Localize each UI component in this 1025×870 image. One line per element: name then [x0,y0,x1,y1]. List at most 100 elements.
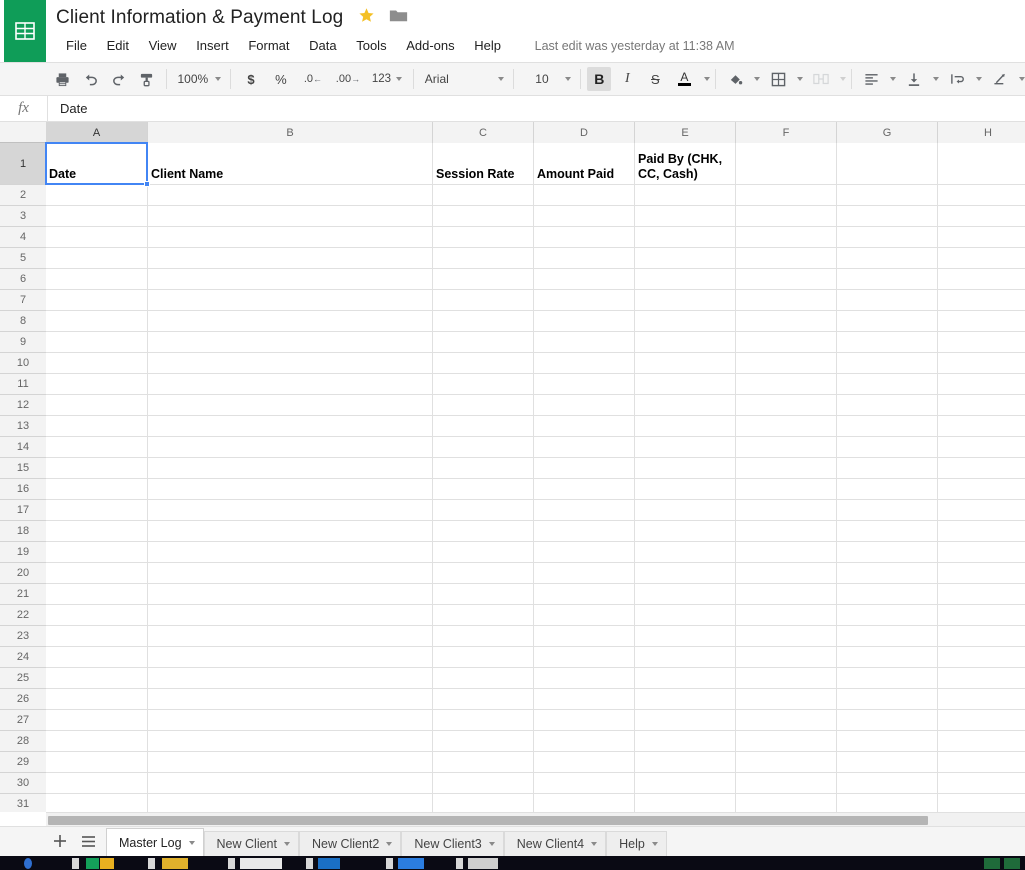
row-header-3[interactable]: 3 [0,206,46,227]
cell-A7[interactable] [46,290,148,311]
cell-E4[interactable] [635,227,736,248]
cell-H3[interactable] [938,206,1025,227]
cell-H30[interactable] [938,773,1025,794]
chevron-down-icon[interactable] [651,842,658,846]
cell-G5[interactable] [837,248,938,269]
cell-E9[interactable] [635,332,736,353]
cell-G22[interactable] [837,605,938,626]
cell-D27[interactable] [534,710,635,731]
cell-A29[interactable] [46,752,148,773]
cell-B4[interactable] [148,227,433,248]
cell-B3[interactable] [148,206,433,227]
align-bottom-icon[interactable] [902,67,926,91]
cell-B28[interactable] [148,731,433,752]
taskbar-item[interactable] [162,858,188,869]
cell-E3[interactable] [635,206,736,227]
row-header-25[interactable]: 25 [0,668,46,689]
cell-C5[interactable] [433,248,534,269]
cell-C20[interactable] [433,563,534,584]
cell-G1[interactable] [837,143,938,185]
cell-A8[interactable] [46,311,148,332]
cell-A30[interactable] [46,773,148,794]
sheets-logo-icon[interactable] [4,0,46,62]
cell-H24[interactable] [938,647,1025,668]
cell-A22[interactable] [46,605,148,626]
cell-F27[interactable] [736,710,837,731]
cell-G31[interactable] [837,794,938,812]
cell-C13[interactable] [433,416,534,437]
cell-A9[interactable] [46,332,148,353]
cell-B23[interactable] [148,626,433,647]
cell-D20[interactable] [534,563,635,584]
currency-format-button[interactable]: $ [238,67,264,91]
cell-C27[interactable] [433,710,534,731]
row-header-5[interactable]: 5 [0,248,46,269]
menu-file[interactable]: File [58,36,95,56]
cell-E13[interactable] [635,416,736,437]
cell-H6[interactable] [938,269,1025,290]
cell-B21[interactable] [148,584,433,605]
chevron-down-icon[interactable] [188,840,195,845]
cell-A2[interactable] [46,185,148,206]
cell-A24[interactable] [46,647,148,668]
cell-G21[interactable] [837,584,938,605]
taskbar-item[interactable] [306,858,313,869]
cell-A5[interactable] [46,248,148,269]
chevron-down-icon[interactable] [754,77,761,81]
cell-B1[interactable]: Client Name [148,143,433,185]
taskbar-item[interactable] [984,858,1000,869]
cell-G15[interactable] [837,458,938,479]
cell-B12[interactable] [148,395,433,416]
column-header-g[interactable]: G [837,122,938,143]
cell-F18[interactable] [736,521,837,542]
cell-F12[interactable] [736,395,837,416]
cell-C21[interactable] [433,584,534,605]
cell-C23[interactable] [433,626,534,647]
cell-B25[interactable] [148,668,433,689]
cell-F25[interactable] [736,668,837,689]
sheet-tab-new-client2[interactable]: New Client2 [298,831,402,856]
cell-G26[interactable] [837,689,938,710]
chevron-down-icon[interactable] [704,77,711,81]
taskbar-item[interactable] [24,858,32,869]
cell-F29[interactable] [736,752,837,773]
horizontal-scrollbar[interactable] [46,812,1025,826]
cell-A12[interactable] [46,395,148,416]
cell-F14[interactable] [736,437,837,458]
cell-H25[interactable] [938,668,1025,689]
cell-H27[interactable] [938,710,1025,731]
taskbar-item[interactable] [148,858,155,869]
cell-G28[interactable] [837,731,938,752]
taskbar-item[interactable] [318,858,340,869]
folder-icon[interactable] [389,7,408,29]
cell-H19[interactable] [938,542,1025,563]
cell-E25[interactable] [635,668,736,689]
cell-C28[interactable] [433,731,534,752]
cell-F9[interactable] [736,332,837,353]
cell-G23[interactable] [837,626,938,647]
bold-button[interactable]: B [587,67,612,91]
decrease-decimal-button[interactable]: .0 ← [298,67,328,91]
cell-H28[interactable] [938,731,1025,752]
cell-E21[interactable] [635,584,736,605]
cell-F8[interactable] [736,311,837,332]
strikethrough-button[interactable]: S [643,67,667,91]
cell-G18[interactable] [837,521,938,542]
zoom-selector[interactable]: 100% [171,67,225,91]
cell-E14[interactable] [635,437,736,458]
menu-view[interactable]: View [141,36,185,56]
cell-E30[interactable] [635,773,736,794]
cell-A19[interactable] [46,542,148,563]
taskbar-item[interactable] [240,858,282,869]
cell-F23[interactable] [736,626,837,647]
cell-C8[interactable] [433,311,534,332]
cell-H26[interactable] [938,689,1025,710]
cell-G17[interactable] [837,500,938,521]
cell-D29[interactable] [534,752,635,773]
row-header-30[interactable]: 30 [0,773,46,794]
cell-G3[interactable] [837,206,938,227]
row-header-26[interactable]: 26 [0,689,46,710]
cell-A1[interactable]: Date [46,143,148,185]
cell-C11[interactable] [433,374,534,395]
menu-edit[interactable]: Edit [99,36,137,56]
